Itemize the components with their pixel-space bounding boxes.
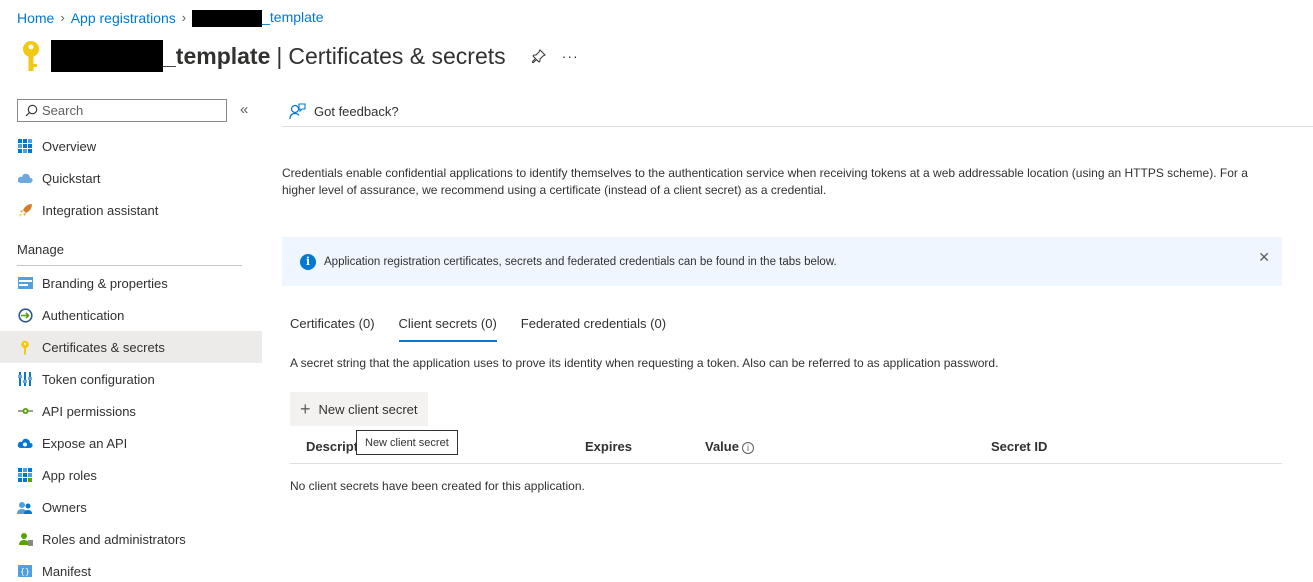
sidebar-item-app-roles[interactable]: App roles <box>0 459 262 491</box>
breadcrumb-home[interactable]: Home <box>17 10 54 26</box>
sidebar-item-label: Certificates & secrets <box>42 339 165 355</box>
info-banner: i Application registration certificates,… <box>282 237 1282 286</box>
tab-federated-credentials[interactable]: Federated credentials (0) <box>521 312 666 342</box>
column-header-secret-id[interactable]: Secret ID <box>991 439 1047 454</box>
sidebar-item-label: Manifest <box>42 563 92 579</box>
sidebar-item-expose-api[interactable]: Expose an API <box>0 427 262 459</box>
sidebar-item-integration-assistant[interactable]: Integration assistant <box>0 194 262 226</box>
owners-people-icon <box>17 499 33 515</box>
new-client-secret-button[interactable]: + New client secret <box>290 392 428 426</box>
tab-certificates[interactable]: Certificates (0) <box>290 312 375 342</box>
rocket-icon <box>17 202 33 218</box>
sidebar-item-label: API permissions <box>42 403 136 419</box>
collapse-sidebar-icon[interactable]: « <box>240 101 248 118</box>
sidebar-item-label: Authentication <box>42 307 125 323</box>
info-icon[interactable]: i <box>741 441 754 454</box>
breadcrumb: Home › App registrations › _template <box>17 9 324 27</box>
divider <box>17 265 242 266</box>
plus-icon: + <box>300 398 311 419</box>
manifest-icon: {} <box>17 563 33 579</box>
main-content: Got feedback? Credentials enable confide… <box>282 96 1313 582</box>
info-banner-text: Application registration certificates, s… <box>324 255 837 268</box>
close-icon[interactable]: ✕ <box>1258 249 1270 266</box>
sidebar-item-owners[interactable]: Owners <box>0 491 262 523</box>
quickstart-cloud-icon <box>17 170 33 186</box>
client-secrets-description: A secret string that the application use… <box>290 356 999 370</box>
sidebar-item-authentication[interactable]: Authentication <box>0 299 262 331</box>
roles-admins-icon <box>17 531 33 547</box>
info-icon: i <box>300 253 316 270</box>
column-header-expires[interactable]: Expires <box>585 439 632 454</box>
search-icon <box>25 104 38 117</box>
column-header-value-label: Value <box>705 439 739 454</box>
token-config-icon <box>17 371 33 387</box>
sidebar-item-label: Integration assistant <box>42 202 159 218</box>
overview-grid-icon <box>17 138 33 154</box>
search-input[interactable] <box>42 103 212 118</box>
svg-text:{}: {} <box>20 567 30 576</box>
more-options-icon[interactable]: ··· <box>562 48 579 64</box>
sidebar: « Overview Quickstart Integration assist… <box>0 96 262 582</box>
redacted-block <box>192 9 263 27</box>
search-box[interactable] <box>17 99 227 122</box>
expose-api-cloud-icon <box>17 435 33 451</box>
sidebar-item-label: Token configuration <box>42 371 155 387</box>
sidebar-item-label: App roles <box>42 467 97 483</box>
sidebar-item-manifest[interactable]: {} Manifest <box>0 555 262 582</box>
sidebar-item-overview[interactable]: Overview <box>0 130 262 162</box>
sidebar-item-label: Owners <box>42 499 87 515</box>
sidebar-item-roles-administrators[interactable]: Roles and administrators <box>0 523 262 555</box>
breadcrumb-app[interactable]: _template <box>192 9 324 27</box>
page-title-app: _template <box>163 42 271 69</box>
sidebar-item-branding[interactable]: Branding & properties <box>0 267 262 299</box>
api-permissions-icon <box>17 403 33 419</box>
page-title: Certificates & secrets <box>288 42 506 69</box>
feedback-person-icon <box>289 102 306 119</box>
redacted-block <box>51 40 163 72</box>
breadcrumb-app-registrations[interactable]: App registrations <box>71 10 176 26</box>
breadcrumb-app-suffix: _template <box>262 9 324 25</box>
sidebar-item-certificates-secrets[interactable]: Certificates & secrets <box>0 331 262 363</box>
page-header: _template | Certificates & secrets ··· <box>17 36 579 76</box>
page-description: Credentials enable confidential applicat… <box>282 166 1248 197</box>
command-bar: Got feedback? <box>282 96 1313 127</box>
tooltip: New client secret <box>356 430 458 455</box>
chevron-right-icon: › <box>60 10 65 26</box>
new-client-secret-label: New client secret <box>318 401 418 417</box>
authentication-icon <box>17 307 33 323</box>
key-icon <box>23 41 39 71</box>
sidebar-item-api-permissions[interactable]: API permissions <box>0 395 262 427</box>
column-header-description[interactable]: Descripti <box>306 439 362 454</box>
sidebar-item-label: Overview <box>42 138 97 154</box>
app-roles-grid-icon <box>17 467 33 483</box>
feedback-button[interactable]: Got feedback? <box>289 102 399 120</box>
sidebar-item-label: Roles and administrators <box>42 531 186 547</box>
tab-client-secrets[interactable]: Client secrets (0) <box>398 312 498 342</box>
sidebar-item-label: Quickstart <box>42 170 101 186</box>
key-icon <box>17 339 33 355</box>
sidebar-item-label: Expose an API <box>42 435 128 451</box>
chevron-right-icon: › <box>181 10 187 26</box>
sidebar-item-quickstart[interactable]: Quickstart <box>0 162 262 194</box>
empty-state-message: No client secrets have been created for … <box>290 479 585 493</box>
sidebar-item-label: Branding & properties <box>42 275 168 291</box>
manage-section-label: Manage <box>17 242 64 257</box>
branding-icon <box>17 275 33 291</box>
pin-icon[interactable] <box>531 49 546 63</box>
feedback-label: Got feedback? <box>314 103 399 119</box>
title-separator: | <box>276 42 283 69</box>
credential-tabs: Certificates (0) Client secrets (0) Fede… <box>290 312 690 342</box>
sidebar-item-token-configuration[interactable]: Token configuration <box>0 363 262 395</box>
column-header-value[interactable]: Value i <box>705 439 754 454</box>
